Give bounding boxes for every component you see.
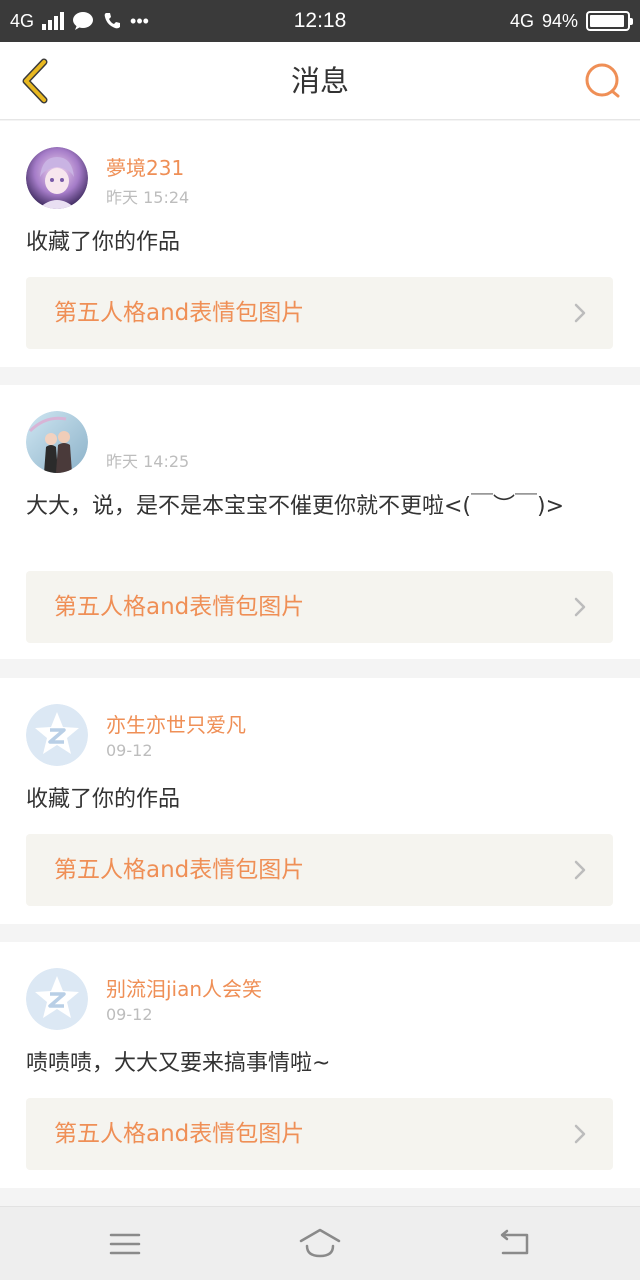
timestamp: 09-12 <box>106 1005 153 1024</box>
default-avatar-icon <box>26 968 88 1030</box>
nav-bar: 消息 <box>0 42 640 120</box>
menu-icon <box>109 1233 141 1255</box>
battery-fill <box>590 15 624 27</box>
anime-avatar-icon <box>26 147 88 209</box>
work-title: 第五人格and表情包图片 <box>54 300 305 326</box>
chevron-right-icon <box>574 303 586 323</box>
timestamp: 昨天 15:24 <box>106 188 190 207</box>
work-link[interactable]: 第五人格and表情包图片 <box>26 571 613 643</box>
status-bar: 4G ••• 12:18 4G 94% <box>0 0 640 42</box>
work-title: 第五人格and表情包图片 <box>54 1121 305 1147</box>
message-text: 收藏了你的作品 <box>26 787 181 812</box>
system-nav-bar <box>0 1206 640 1280</box>
battery-icon <box>586 11 633 31</box>
avatar[interactable] <box>26 411 88 473</box>
work-link[interactable]: 第五人格and表情包图片 <box>26 1098 613 1170</box>
message-card: 别流泪jian人会笑 09-12 啧啧啧，大大又要来搞事情啦~ 第五人格and表… <box>0 942 640 1188</box>
avatar[interactable] <box>26 968 88 1030</box>
username[interactable]: 夢境231 <box>106 152 184 181</box>
default-avatar-icon <box>26 704 88 766</box>
chevron-right-icon <box>574 860 586 880</box>
home-button[interactable] <box>298 1224 342 1264</box>
message-card: 亦生亦世只爱凡 09-12 收藏了你的作品 第五人格and表情包图片 <box>0 678 640 924</box>
page-title: 消息 <box>290 64 349 98</box>
message-card: 昨天 14:25 大大，说，是不是本宝宝不催更你就不更啦<(￣︶￣)> 第五人格… <box>0 385 640 659</box>
work-title: 第五人格and表情包图片 <box>54 594 305 620</box>
timestamp: 昨天 14:25 <box>106 452 190 471</box>
message-text: 收藏了你的作品 <box>26 230 181 255</box>
chevron-right-icon <box>574 597 586 617</box>
message-card: 夢境231 昨天 15:24 收藏了你的作品 第五人格and表情包图片 <box>0 121 640 367</box>
timestamp: 09-12 <box>106 741 153 760</box>
photo-avatar-icon <box>26 411 88 473</box>
message-text: 啧啧啧，大大又要来搞事情啦~ <box>26 1051 331 1076</box>
avatar[interactable] <box>26 147 88 209</box>
status-right: 4G 94% <box>509 0 633 42</box>
search-icon <box>585 63 620 98</box>
battery-percent: 94% <box>541 10 578 31</box>
avatar[interactable] <box>26 704 88 766</box>
chevron-right-icon <box>574 1124 586 1144</box>
search-button[interactable] <box>580 58 626 104</box>
work-link[interactable]: 第五人格and表情包图片 <box>26 834 613 906</box>
data-type-label: 4G <box>509 10 534 31</box>
home-icon <box>299 1228 341 1258</box>
back-system-button[interactable] <box>493 1224 537 1264</box>
return-icon <box>500 1229 529 1255</box>
message-text: 大大，说，是不是本宝宝不催更你就不更啦<(￣︶￣)> <box>26 494 565 519</box>
username[interactable]: 别流泪jian人会笑 <box>106 973 262 1002</box>
work-title: 第五人格and表情包图片 <box>54 857 305 883</box>
username[interactable]: 亦生亦世只爱凡 <box>106 709 246 738</box>
work-link[interactable]: 第五人格and表情包图片 <box>26 277 613 349</box>
menu-button[interactable] <box>103 1224 147 1264</box>
